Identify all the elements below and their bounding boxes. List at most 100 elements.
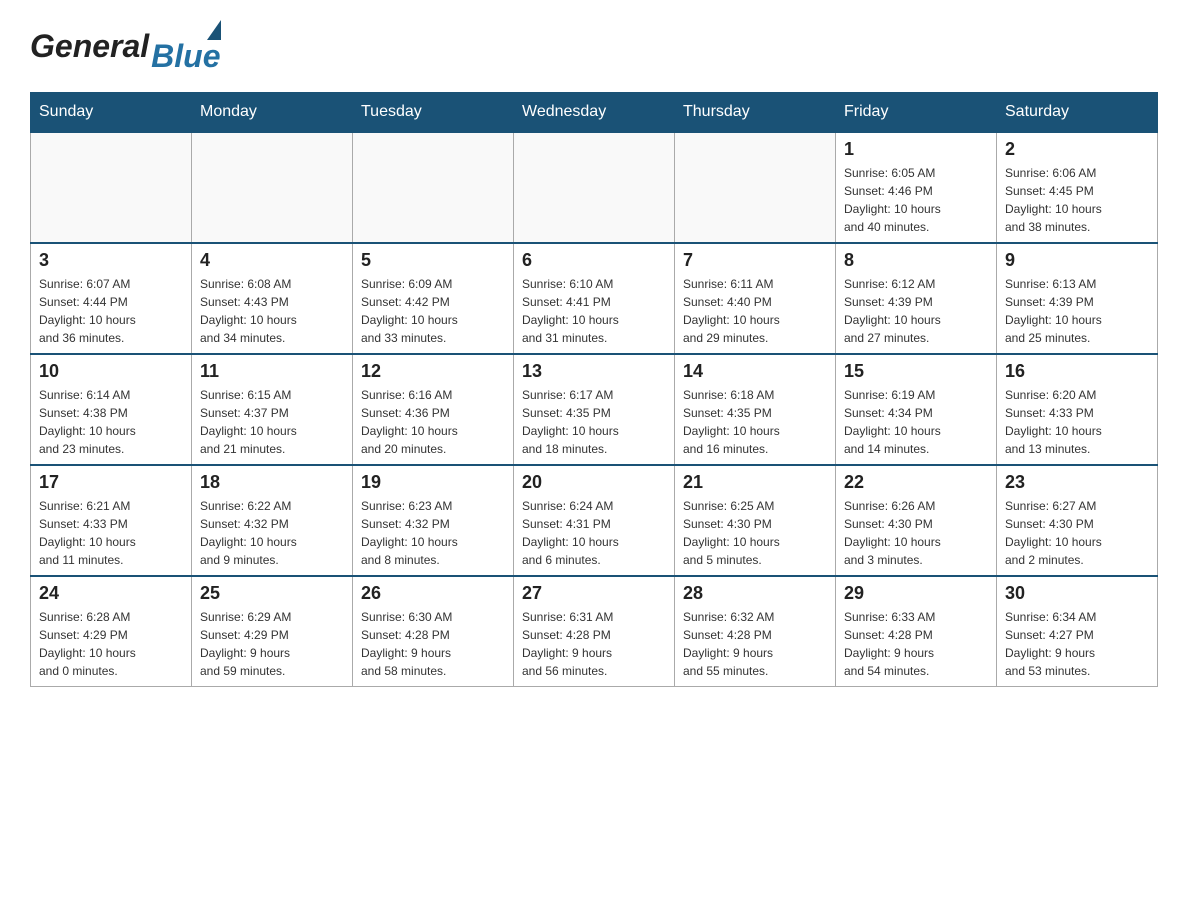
day-info: Sunrise: 6:12 AM Sunset: 4:39 PM Dayligh… [844,275,988,347]
day-cell: 5Sunrise: 6:09 AM Sunset: 4:42 PM Daylig… [353,243,514,354]
day-number: 3 [39,250,183,271]
day-number: 20 [522,472,666,493]
day-cell: 1 Sunrise: 6:05 AM Sunset: 4:46 PM Daylig… [836,132,997,243]
day-cell: 3 Sunrise: 6:07 AM Sunset: 4:44 PM Daylig… [31,243,192,354]
day-cell: 7 Sunrise: 6:11 AM Sunset: 4:40 PM Daylig… [675,243,836,354]
day-number: 12 [361,361,505,382]
weekday-header-row: SundayMondayTuesdayWednesdayThursdayFrid… [31,93,1158,133]
day-cell: 18Sunrise: 6:22 AM Sunset: 4:32 PM Dayli… [192,465,353,576]
weekday-header-saturday: Saturday [997,93,1158,133]
day-cell [514,132,675,243]
day-number: 23 [1005,472,1149,493]
weekday-header-friday: Friday [836,93,997,133]
day-number: 1 [844,139,988,160]
day-info: Sunrise: 6:26 AM Sunset: 4:30 PM Dayligh… [844,497,988,569]
day-number: 28 [683,583,827,604]
day-info: Sunrise: 6:30 AM Sunset: 4:28 PM Dayligh… [361,608,505,680]
day-info: Sunrise: 6:29 AM Sunset: 4:29 PM Dayligh… [200,608,344,680]
day-number: 4 [200,250,344,271]
weekday-header-tuesday: Tuesday [353,93,514,133]
day-cell: 27 Sunrise: 6:31 AM Sunset: 4:28 PM Dayli… [514,576,675,687]
day-cell: 8 Sunrise: 6:12 AM Sunset: 4:39 PM Daylig… [836,243,997,354]
day-number: 11 [200,361,344,382]
page-header: General Blue [30,20,1158,72]
day-cell: 14 Sunrise: 6:18 AM Sunset: 4:35 PM Dayli… [675,354,836,465]
day-info: Sunrise: 6:33 AM Sunset: 4:28 PM Dayligh… [844,608,988,680]
day-cell [31,132,192,243]
day-info: Sunrise: 6:18 AM Sunset: 4:35 PM Dayligh… [683,386,827,458]
day-info: Sunrise: 6:10 AM Sunset: 4:41 PM Dayligh… [522,275,666,347]
day-cell: 21 Sunrise: 6:25 AM Sunset: 4:30 PM Dayli… [675,465,836,576]
day-number: 27 [522,583,666,604]
day-info: Sunrise: 6:28 AM Sunset: 4:29 PM Dayligh… [39,608,183,680]
day-number: 29 [844,583,988,604]
day-info: Sunrise: 6:24 AM Sunset: 4:31 PM Dayligh… [522,497,666,569]
logo-arrow-icon [207,20,221,40]
day-cell: 23 Sunrise: 6:27 AM Sunset: 4:30 PM Dayli… [997,465,1158,576]
day-info: Sunrise: 6:21 AM Sunset: 4:33 PM Dayligh… [39,497,183,569]
day-cell: 4Sunrise: 6:08 AM Sunset: 4:43 PM Daylig… [192,243,353,354]
day-info: Sunrise: 6:31 AM Sunset: 4:28 PM Dayligh… [522,608,666,680]
weekday-header-thursday: Thursday [675,93,836,133]
weekday-header-monday: Monday [192,93,353,133]
day-number: 7 [683,250,827,271]
day-info: Sunrise: 6:09 AM Sunset: 4:42 PM Dayligh… [361,275,505,347]
day-info: Sunrise: 6:17 AM Sunset: 4:35 PM Dayligh… [522,386,666,458]
day-number: 6 [522,250,666,271]
day-info: Sunrise: 6:32 AM Sunset: 4:28 PM Dayligh… [683,608,827,680]
day-number: 9 [1005,250,1149,271]
day-cell: 25 Sunrise: 6:29 AM Sunset: 4:29 PM Dayli… [192,576,353,687]
day-cell: 24Sunrise: 6:28 AM Sunset: 4:29 PM Dayli… [31,576,192,687]
day-info: Sunrise: 6:06 AM Sunset: 4:45 PM Dayligh… [1005,164,1149,236]
day-number: 21 [683,472,827,493]
day-info: Sunrise: 6:27 AM Sunset: 4:30 PM Dayligh… [1005,497,1149,569]
weekday-header-sunday: Sunday [31,93,192,133]
week-row-3: 10 Sunrise: 6:14 AM Sunset: 4:38 PM Dayli… [31,354,1158,465]
day-number: 26 [361,583,505,604]
day-cell: 19Sunrise: 6:23 AM Sunset: 4:32 PM Dayli… [353,465,514,576]
day-info: Sunrise: 6:13 AM Sunset: 4:39 PM Dayligh… [1005,275,1149,347]
day-info: Sunrise: 6:14 AM Sunset: 4:38 PM Dayligh… [39,386,183,458]
day-number: 19 [361,472,505,493]
day-info: Sunrise: 6:15 AM Sunset: 4:37 PM Dayligh… [200,386,344,458]
day-cell: 10 Sunrise: 6:14 AM Sunset: 4:38 PM Dayli… [31,354,192,465]
logo-blue-text: Blue [151,40,220,72]
day-info: Sunrise: 6:11 AM Sunset: 4:40 PM Dayligh… [683,275,827,347]
week-row-4: 17 Sunrise: 6:21 AM Sunset: 4:33 PM Dayli… [31,465,1158,576]
day-number: 8 [844,250,988,271]
day-number: 30 [1005,583,1149,604]
day-number: 2 [1005,139,1149,160]
day-info: Sunrise: 6:07 AM Sunset: 4:44 PM Dayligh… [39,275,183,347]
day-number: 22 [844,472,988,493]
day-number: 17 [39,472,183,493]
day-cell [675,132,836,243]
day-number: 14 [683,361,827,382]
day-cell: 12 Sunrise: 6:16 AM Sunset: 4:36 PM Dayli… [353,354,514,465]
day-cell: 15 Sunrise: 6:19 AM Sunset: 4:34 PM Dayli… [836,354,997,465]
day-cell: 22 Sunrise: 6:26 AM Sunset: 4:30 PM Dayli… [836,465,997,576]
day-cell: 29 Sunrise: 6:33 AM Sunset: 4:28 PM Dayli… [836,576,997,687]
day-cell: 17 Sunrise: 6:21 AM Sunset: 4:33 PM Dayli… [31,465,192,576]
day-info: Sunrise: 6:05 AM Sunset: 4:46 PM Dayligh… [844,164,988,236]
day-cell: 2 Sunrise: 6:06 AM Sunset: 4:45 PM Daylig… [997,132,1158,243]
day-info: Sunrise: 6:16 AM Sunset: 4:36 PM Dayligh… [361,386,505,458]
day-number: 13 [522,361,666,382]
day-cell: 6 Sunrise: 6:10 AM Sunset: 4:41 PM Daylig… [514,243,675,354]
day-info: Sunrise: 6:22 AM Sunset: 4:32 PM Dayligh… [200,497,344,569]
week-row-5: 24Sunrise: 6:28 AM Sunset: 4:29 PM Dayli… [31,576,1158,687]
day-cell: 16Sunrise: 6:20 AM Sunset: 4:33 PM Dayli… [997,354,1158,465]
day-info: Sunrise: 6:25 AM Sunset: 4:30 PM Dayligh… [683,497,827,569]
day-number: 16 [1005,361,1149,382]
day-cell: 11 Sunrise: 6:15 AM Sunset: 4:37 PM Dayli… [192,354,353,465]
day-cell: 20 Sunrise: 6:24 AM Sunset: 4:31 PM Dayli… [514,465,675,576]
day-cell [192,132,353,243]
week-row-2: 3 Sunrise: 6:07 AM Sunset: 4:44 PM Daylig… [31,243,1158,354]
day-number: 15 [844,361,988,382]
logo-general-text: General [30,28,149,65]
weekday-header-wednesday: Wednesday [514,93,675,133]
day-info: Sunrise: 6:19 AM Sunset: 4:34 PM Dayligh… [844,386,988,458]
logo: General Blue [30,20,221,72]
day-cell: 9 Sunrise: 6:13 AM Sunset: 4:39 PM Daylig… [997,243,1158,354]
day-number: 25 [200,583,344,604]
day-number: 10 [39,361,183,382]
